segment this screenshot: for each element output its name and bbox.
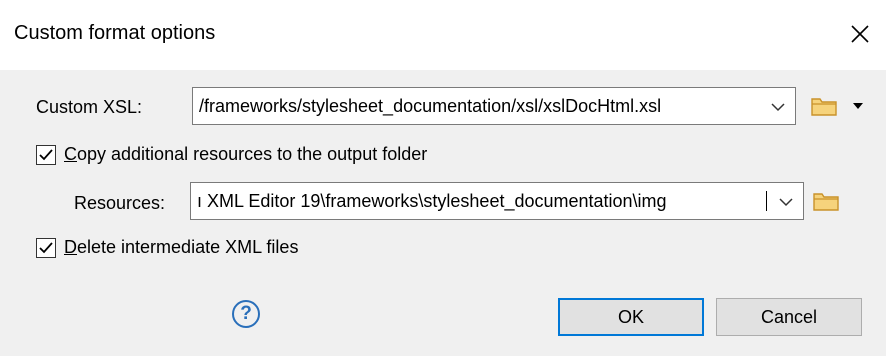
custom-xsl-combobox[interactable]: /frameworks/stylesheet_documentation/xsl… bbox=[192, 87, 796, 125]
ok-button[interactable]: OK bbox=[558, 298, 704, 336]
help-icon[interactable]: ? bbox=[232, 300, 260, 328]
check-icon bbox=[39, 242, 53, 254]
resources-combobox[interactable]: ı XML Editor 19\frameworks\stylesheet_do… bbox=[190, 182, 804, 220]
folder-icon[interactable] bbox=[812, 189, 840, 213]
dropdown-arrow-icon[interactable] bbox=[852, 101, 864, 111]
title-bar: Custom format options bbox=[0, 0, 886, 70]
check-icon bbox=[39, 149, 53, 161]
chevron-down-icon[interactable] bbox=[769, 98, 787, 116]
close-icon[interactable] bbox=[846, 20, 874, 48]
folder-icon[interactable] bbox=[810, 94, 838, 118]
custom-xsl-label: Custom XSL: bbox=[36, 97, 143, 117]
delete-intermediate-label[interactable]: Delete intermediate XML files bbox=[64, 237, 298, 258]
delete-intermediate-checkbox[interactable] bbox=[36, 238, 56, 258]
copy-resources-checkbox[interactable] bbox=[36, 145, 56, 165]
custom-xsl-value: /frameworks/stylesheet_documentation/xsl… bbox=[199, 96, 662, 116]
copy-resources-label[interactable]: Copy additional resources to the output … bbox=[64, 144, 427, 165]
dialog-title: Custom format options bbox=[14, 22, 216, 44]
custom-format-options-dialog: Custom format options Custom XSL: /frame… bbox=[0, 0, 886, 356]
resources-value: ı XML Editor 19\frameworks\stylesheet_do… bbox=[197, 191, 667, 211]
chevron-down-icon[interactable] bbox=[777, 193, 795, 211]
text-caret bbox=[766, 191, 767, 211]
resources-label: Resources: bbox=[74, 193, 166, 213]
cancel-button[interactable]: Cancel bbox=[716, 298, 862, 336]
